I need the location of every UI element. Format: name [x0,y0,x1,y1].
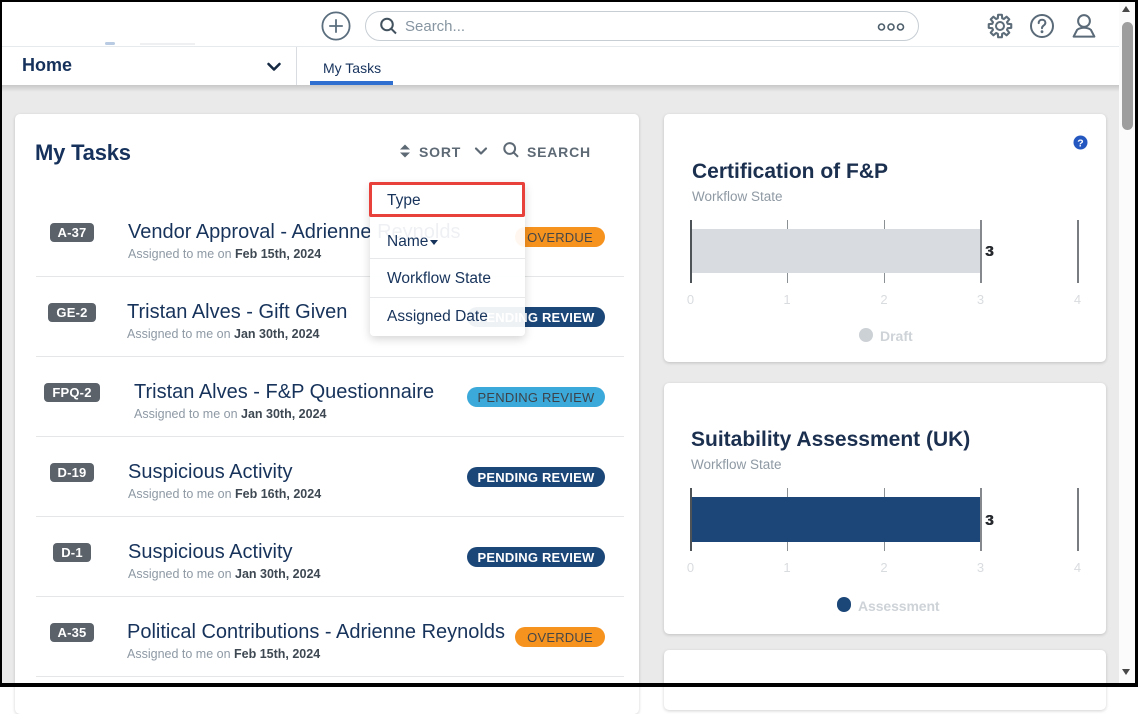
svg-text:?: ? [1077,137,1083,149]
